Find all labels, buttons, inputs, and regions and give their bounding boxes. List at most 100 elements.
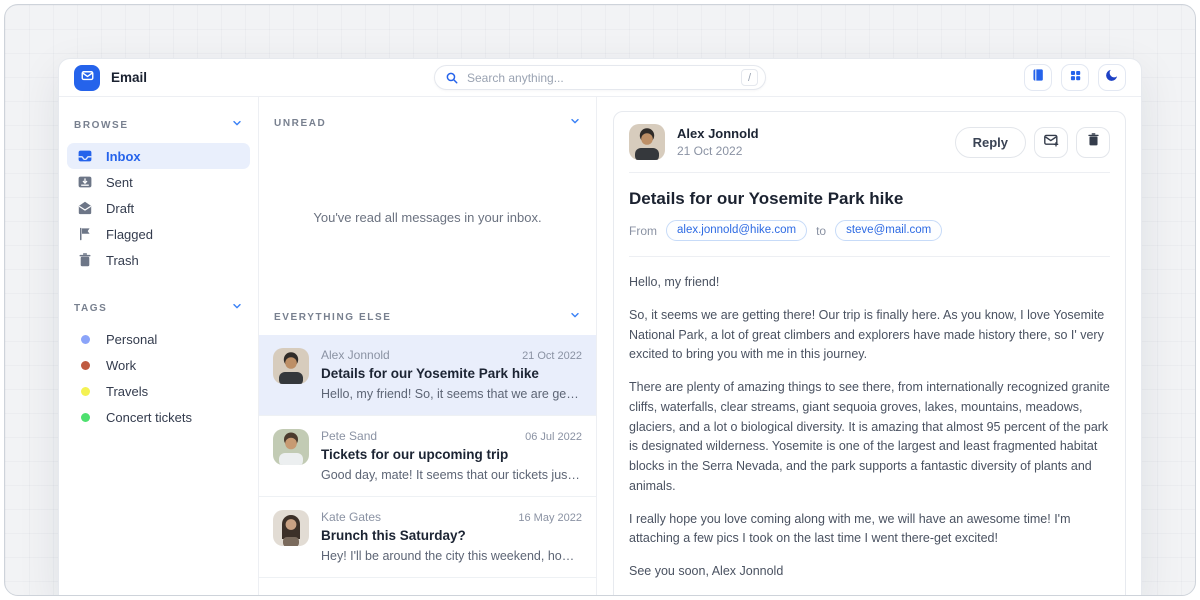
sidebar-item-label: Sent <box>106 175 133 190</box>
email-body: Hello, my friend! So, it seems we are ge… <box>629 257 1110 596</box>
tag-color-dot <box>81 387 90 396</box>
draft-envelope-icon <box>77 200 93 216</box>
detail-date: 21 Oct 2022 <box>677 144 759 158</box>
sidebar-item-label: Draft <box>106 201 134 216</box>
dark-mode-toggle[interactable] <box>1098 64 1126 91</box>
sidebar: BROWSE Inbox Sent <box>59 97 259 596</box>
forward-email-button[interactable] <box>1034 127 1068 158</box>
sidebar-item-sent[interactable]: Sent <box>67 169 250 195</box>
tag-item-label: Work <box>106 358 136 373</box>
email-detail-column: Alex Jonnold 21 Oct 2022 Reply <box>597 97 1141 596</box>
browse-label: BROWSE <box>74 120 129 131</box>
email-snippet: Good day, mate! It seems that our ticket… <box>321 468 582 482</box>
search-bar[interactable]: / <box>434 65 766 90</box>
sidebar-item-flagged[interactable]: Flagged <box>67 221 250 247</box>
reply-button[interactable]: Reply <box>955 127 1026 158</box>
detail-actions: Reply <box>955 127 1110 158</box>
email-date: 21 Oct 2022 <box>522 350 582 362</box>
tag-item-concert-tickets[interactable]: Concert tickets <box>67 404 250 430</box>
tag-item-personal[interactable]: Personal <box>67 326 250 352</box>
tags-label: TAGS <box>74 303 107 314</box>
sidebar-item-label: Flagged <box>106 227 153 242</box>
reading-list-button[interactable] <box>1024 64 1052 91</box>
tag-item-label: Concert tickets <box>106 410 192 425</box>
tag-color-dot <box>81 335 90 344</box>
tag-color-dot <box>81 361 90 370</box>
search-icon <box>445 71 459 85</box>
email-subject: Brunch this Saturday? <box>321 528 582 543</box>
body-paragraph: See you soon, Alex Jonnold <box>629 562 1110 582</box>
flag-icon <box>77 226 93 242</box>
email-list-item[interactable]: Alex Jonnold 21 Oct 2022 Details for our… <box>259 335 596 416</box>
body-paragraph: I really hope you love coming along with… <box>629 510 1110 550</box>
everything-else-label: EVERYTHING ELSE <box>274 312 392 323</box>
tag-item-label: Personal <box>106 332 157 347</box>
email-date: 16 May 2022 <box>518 512 582 524</box>
avatar <box>273 348 309 384</box>
tags-section-header[interactable]: TAGS <box>59 273 258 326</box>
email-subject: Tickets for our upcoming trip <box>321 447 582 462</box>
search-input[interactable] <box>467 71 733 85</box>
chevron-down-icon[interactable] <box>569 114 581 132</box>
reading-list-icon <box>1031 68 1045 87</box>
tag-item-label: Travels <box>106 384 148 399</box>
brand: Email <box>74 65 147 91</box>
detail-header: Alex Jonnold 21 Oct 2022 Reply <box>629 112 1110 172</box>
avatar <box>629 124 665 160</box>
from-to-row: From alex.jonnold@hike.com to steve@mail… <box>629 220 1110 256</box>
message-list-column: UNREAD You've read all messages in your … <box>259 97 597 596</box>
sidebar-item-inbox[interactable]: Inbox <box>67 143 250 169</box>
email-snippet: Hello, my friend! So, it seems that we a… <box>321 387 582 401</box>
tag-color-dot <box>81 413 90 422</box>
main-columns: BROWSE Inbox Sent <box>59 97 1141 596</box>
sidebar-item-draft[interactable]: Draft <box>67 195 250 221</box>
unread-section-header[interactable]: UNREAD <box>259 97 596 141</box>
tag-item-travels[interactable]: Travels <box>67 378 250 404</box>
trash-icon <box>1086 132 1101 152</box>
search-shortcut-badge: / <box>741 69 758 86</box>
email-list-item[interactable]: Pete Sand 06 Jul 2022 Tickets for our up… <box>259 416 596 497</box>
apps-grid-icon <box>1069 69 1082 87</box>
envelope-plus-icon <box>1043 132 1059 153</box>
desktop-background: Email / <box>4 4 1196 596</box>
to-email-pill[interactable]: steve@mail.com <box>835 220 942 241</box>
unread-label: UNREAD <box>274 118 326 129</box>
chevron-down-icon[interactable] <box>231 299 243 317</box>
tag-item-work[interactable]: Work <box>67 352 250 378</box>
chevron-down-icon[interactable] <box>569 308 581 326</box>
chevron-down-icon[interactable] <box>231 116 243 134</box>
trash-icon <box>77 252 93 268</box>
email-app-logo <box>74 65 100 91</box>
envelope-icon <box>80 68 95 88</box>
top-bar: Email / <box>59 59 1141 97</box>
detail-sender-name: Alex Jonnold <box>677 126 759 141</box>
app-title: Email <box>111 70 147 85</box>
avatar <box>273 429 309 465</box>
email-snippet: Hey! I'll be around the city this weeken… <box>321 549 582 563</box>
body-paragraph: Hello, my friend! <box>629 273 1110 293</box>
divider <box>629 172 1110 173</box>
sidebar-item-trash[interactable]: Trash <box>67 247 250 273</box>
delete-email-button[interactable] <box>1076 127 1110 158</box>
detail-subject: Details for our Yosemite Park hike <box>629 189 1110 209</box>
everything-else-section-header[interactable]: EVERYTHING ELSE <box>259 294 596 335</box>
from-label: From <box>629 224 657 238</box>
body-paragraph: There are plenty of amazing things to se… <box>629 378 1110 497</box>
body-paragraph: So, it seems we are getting there! Our t… <box>629 306 1110 365</box>
inbox-icon <box>77 148 93 164</box>
apps-grid-button[interactable] <box>1061 64 1089 91</box>
email-date: 06 Jul 2022 <box>525 431 582 443</box>
email-detail-card: Alex Jonnold 21 Oct 2022 Reply <box>613 111 1126 596</box>
sent-icon <box>77 174 93 190</box>
email-sender: Kate Gates <box>321 510 381 524</box>
sidebar-item-label: Trash <box>106 253 139 268</box>
email-list-item[interactable]: Kate Gates 16 May 2022 Brunch this Satur… <box>259 497 596 578</box>
email-sender: Alex Jonnold <box>321 348 390 362</box>
from-email-pill[interactable]: alex.jonnold@hike.com <box>666 220 807 241</box>
sidebar-item-label: Inbox <box>106 149 141 164</box>
unread-empty-state: You've read all messages in your inbox. <box>259 141 596 294</box>
moon-dark-mode-icon <box>1105 68 1119 87</box>
avatar <box>273 510 309 546</box>
top-actions <box>1024 64 1126 91</box>
browse-section-header[interactable]: BROWSE <box>59 99 258 143</box>
